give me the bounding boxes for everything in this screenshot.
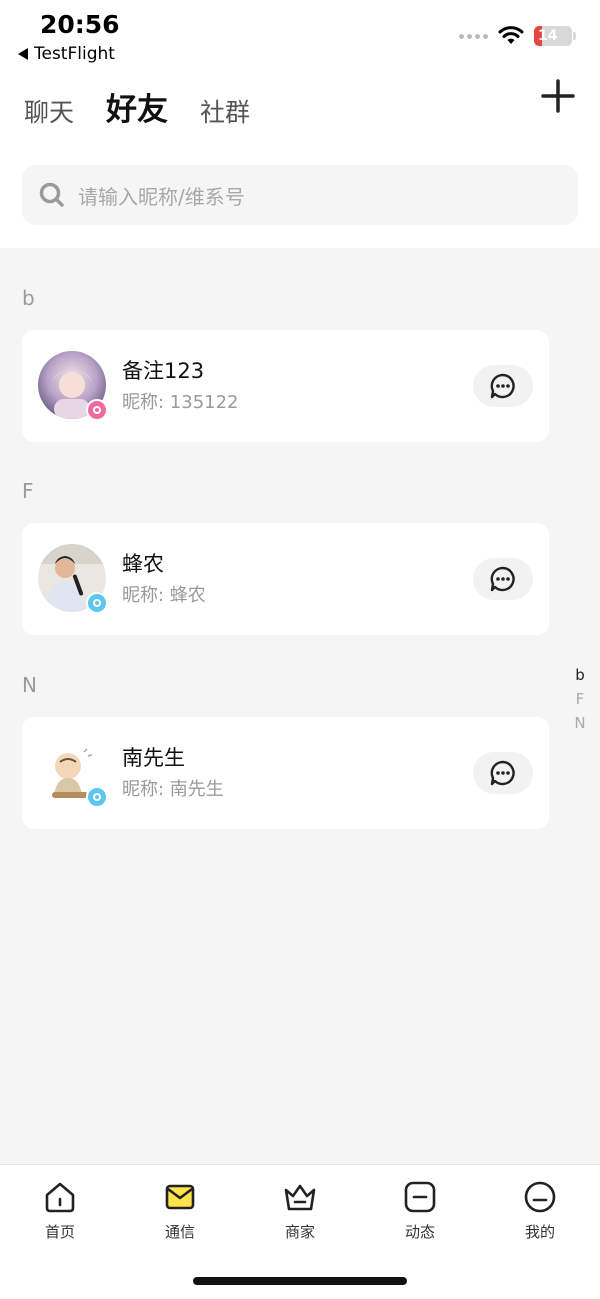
tab-community-label: 社群 (200, 98, 251, 127)
alphabet-index: b F N (568, 666, 592, 732)
contact-nickname: 昵称: 135122 (122, 392, 239, 413)
gender-badge-icon (86, 399, 108, 421)
search-icon (39, 182, 64, 207)
back-app-label: TestFlight (34, 44, 115, 64)
message-button[interactable] (473, 752, 533, 794)
contact-name: 南先生 (122, 746, 185, 770)
tab-chat-label: 聊天 (24, 98, 75, 127)
crown-icon (284, 1184, 316, 1211)
avatar[interactable] (38, 738, 108, 808)
index-item-n[interactable]: N (574, 714, 585, 732)
tab-friends-label: 好友 (106, 92, 169, 128)
add-icon[interactable] (540, 78, 576, 114)
wifi-icon (498, 26, 524, 44)
avatar[interactable] (38, 544, 108, 614)
section-letter-n: N (22, 673, 37, 697)
battery-icon: 14 (534, 26, 576, 46)
contact-name: 备注123 (122, 359, 205, 383)
search-bar[interactable]: 请输入昵称/维系号 (22, 165, 578, 225)
nav-item-home[interactable]: 首页 (0, 1179, 120, 1242)
gender-badge-icon (86, 786, 108, 808)
message-button[interactable] (473, 558, 533, 600)
nav-item-me[interactable]: 我的 (480, 1179, 600, 1242)
nav-item-merchants[interactable]: 商家 (240, 1179, 360, 1242)
nav-label-me: 我的 (524, 1223, 555, 1241)
tab-chat[interactable]: 聊天 (24, 93, 74, 129)
status-indicators: 14 (459, 26, 576, 46)
index-item-b[interactable]: b (575, 666, 585, 684)
back-to-testflight[interactable]: TestFlight (18, 44, 115, 64)
square-minus-icon (404, 1181, 436, 1213)
battery-level: 14 (538, 28, 558, 44)
tab-community[interactable]: 社群 (200, 93, 250, 129)
contact-nickname: 昵称: 南先生 (122, 779, 224, 800)
contact-card[interactable]: 备注123 昵称: 135122 (22, 330, 549, 442)
nav-label-home: 首页 (44, 1223, 75, 1241)
tab-friends[interactable]: 好友 (106, 84, 169, 129)
top-tabs: 聊天 好友 社群 (24, 84, 250, 129)
chat-bubble-icon (490, 760, 515, 786)
section-letter-b: b (22, 286, 35, 310)
chat-bubble-icon (490, 373, 515, 399)
message-button[interactable] (473, 365, 533, 407)
nav-label-moments: 动态 (404, 1223, 435, 1241)
face-icon (524, 1181, 556, 1213)
home-icon (45, 1182, 75, 1213)
contact-name: 蜂农 (122, 552, 164, 576)
section-letter-f: F (22, 479, 34, 503)
status-time: 20:56 (40, 10, 120, 39)
index-item-f[interactable]: F (576, 690, 585, 708)
avatar[interactable] (38, 351, 108, 421)
home-indicator[interactable] (193, 1277, 407, 1285)
nav-item-contacts[interactable]: 通信 (120, 1179, 240, 1242)
nav-label-merchants: 商家 (284, 1223, 315, 1241)
mail-icon (165, 1184, 195, 1210)
gender-badge-icon (86, 592, 108, 614)
contact-nickname: 昵称: 蜂农 (122, 585, 206, 606)
nav-label-contacts: 通信 (164, 1223, 195, 1241)
status-bar: 20:56 TestFlight 14 (0, 0, 600, 70)
chat-bubble-icon (490, 566, 515, 592)
back-arrow-icon (18, 48, 28, 60)
contact-card[interactable]: 蜂农 昵称: 蜂农 (22, 523, 549, 635)
cellular-signal-icon (459, 33, 488, 39)
nav-item-moments[interactable]: 动态 (360, 1179, 480, 1242)
search-input[interactable]: 请输入昵称/维系号 (78, 181, 245, 210)
contact-card[interactable]: 南先生 昵称: 南先生 (22, 717, 549, 829)
